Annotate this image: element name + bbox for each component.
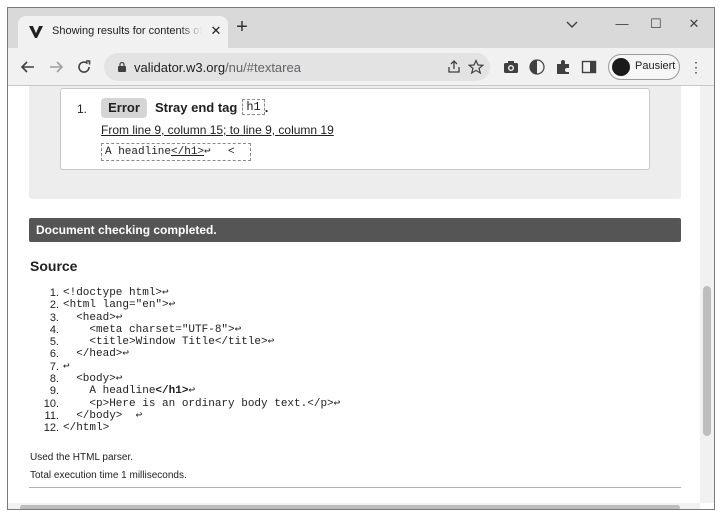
error-message-text: Stray end tag bbox=[155, 99, 238, 115]
source-line: 2. <html lang="en">↩ bbox=[28, 299, 340, 311]
line-code-error-highlight: </h1> bbox=[155, 385, 189, 398]
line-code-pre: A headline bbox=[63, 385, 156, 398]
source-listing: 1. <!doctype html>↩ 2. <html lang="en">↩ 3… bbox=[28, 287, 341, 435]
horizontal-scrollbar-thumb[interactable] bbox=[20, 505, 680, 509]
extract-highlight: </h1> bbox=[171, 146, 205, 158]
avatar bbox=[612, 58, 630, 76]
new-tab-plus-icon[interactable]: + bbox=[232, 17, 252, 38]
line-code: </html> bbox=[63, 422, 110, 435]
parser-note: Used the HTML parser. bbox=[30, 452, 134, 463]
source-line: 6. </head>↩ bbox=[28, 348, 340, 360]
camera-icon[interactable] bbox=[502, 58, 520, 76]
line-number: 3. bbox=[49, 311, 59, 324]
dark-mode-icon[interactable] bbox=[528, 58, 546, 76]
tab-close-icon[interactable]: ✕ bbox=[208, 23, 224, 39]
profile-status-label: Pausiert bbox=[635, 60, 676, 72]
lock-icon[interactable] bbox=[116, 61, 128, 73]
error-message: Stray end tag h1 . bbox=[155, 99, 268, 115]
active-tab[interactable]: Showing results for contents of text-inp… bbox=[18, 16, 228, 48]
error-badge: Error bbox=[101, 98, 147, 118]
line-code: <p>Here is an ordinary body text.</p>↩ bbox=[63, 397, 341, 410]
line-number: 2. bbox=[49, 299, 59, 312]
line-code: <body>↩ bbox=[63, 373, 123, 386]
line-number: 12. bbox=[43, 422, 59, 435]
source-line: 8. <body>↩ bbox=[28, 373, 340, 385]
line-number: 9. bbox=[49, 385, 59, 398]
side-panel-icon[interactable] bbox=[580, 58, 598, 76]
line-code: ↩ bbox=[63, 360, 70, 373]
line-code-post: ↩ bbox=[188, 385, 196, 398]
line-code: </head>↩ bbox=[63, 348, 130, 361]
page-viewport: 1. Error Stray end tag h1 . From line 9,… bbox=[8, 86, 714, 509]
source-line: 10. <p>Here is an ordinary body text.</p… bbox=[28, 397, 341, 410]
extensions-puzzle-icon[interactable] bbox=[554, 58, 572, 76]
document-checking-completed-bar: Document checking completed. bbox=[29, 218, 681, 242]
share-icon[interactable] bbox=[446, 59, 462, 75]
source-line: 5. <title>Window Title</title>↩ bbox=[28, 336, 340, 348]
vertical-scrollbar-thumb[interactable] bbox=[703, 286, 711, 436]
results-panel: 1. Error Stray end tag h1 . From line 9,… bbox=[29, 86, 681, 199]
w3c-validator-favicon-icon bbox=[29, 26, 43, 38]
line-number: 5. bbox=[49, 336, 59, 349]
url-path: /nu/#textarea bbox=[225, 60, 301, 75]
line-number: 11. bbox=[44, 409, 59, 422]
back-arrow-icon[interactable] bbox=[18, 57, 38, 77]
tab-strip: Showing results for contents of text-inp… bbox=[8, 8, 714, 48]
minimize-icon[interactable]: — bbox=[608, 14, 636, 34]
source-line-highlighted: 9. A headline</h1>↩ bbox=[28, 385, 340, 397]
execution-time: Total execution time 1 milliseconds. bbox=[30, 470, 187, 481]
extract-pre: A headline bbox=[105, 146, 172, 158]
line-number: 1. bbox=[49, 287, 59, 299]
footer-divider bbox=[29, 487, 681, 488]
source-line: 7. ↩ bbox=[28, 361, 340, 373]
line-code: </body> ↩ bbox=[63, 409, 143, 422]
profile-button[interactable]: Pausiert bbox=[608, 54, 680, 80]
extract-tail: < bbox=[228, 146, 235, 158]
url-text[interactable]: validator.w3.org/nu/#textarea bbox=[134, 60, 301, 75]
line-code: <meta charset="UTF-8">↩ bbox=[63, 323, 242, 336]
line-number: 6. bbox=[49, 348, 59, 361]
source-line: 11. </body> ↩ bbox=[28, 410, 340, 422]
extract-post: ↩ bbox=[204, 146, 211, 158]
source-line: 4. <meta charset="UTF-8">↩ bbox=[28, 324, 340, 336]
error-location-link[interactable]: From line 9, column 15; to line 9, colum… bbox=[101, 123, 334, 137]
message-number: 1. bbox=[77, 102, 88, 116]
source-line: 3. <head>↩ bbox=[28, 312, 340, 324]
error-extract: A headline</h1>↩ < bbox=[101, 143, 251, 161]
error-message-end: . bbox=[264, 99, 269, 115]
forward-arrow-icon[interactable] bbox=[46, 57, 66, 77]
source-line: 1. <!doctype html>↩ bbox=[28, 287, 340, 299]
error-message-code: h1 bbox=[242, 99, 265, 115]
vertical-scrollbar[interactable] bbox=[700, 86, 714, 503]
browser-menu-icon[interactable]: ⋮ bbox=[688, 58, 704, 76]
error-message-card: 1. Error Stray end tag h1 . From line 9,… bbox=[60, 88, 650, 170]
restore-icon[interactable]: ☐ bbox=[642, 14, 670, 34]
url-host: validator.w3.org bbox=[134, 60, 226, 75]
line-number: 4. bbox=[49, 323, 59, 336]
address-bar[interactable]: validator.w3.org/nu/#textarea bbox=[104, 53, 490, 81]
line-code: <head>↩ bbox=[63, 311, 123, 324]
line-number: 7. bbox=[49, 360, 59, 373]
line-number: 10. bbox=[43, 397, 59, 410]
browser-toolbar: validator.w3.org/nu/#textarea Pausiert ⋮ bbox=[8, 48, 714, 86]
line-code: <title>Window Title</title>↩ bbox=[63, 336, 275, 349]
source-heading: Source bbox=[30, 258, 78, 274]
tab-title: Showing results for contents of text-inp… bbox=[52, 25, 202, 37]
bookmark-star-icon[interactable] bbox=[468, 59, 484, 75]
line-code: A headline</h1>↩ bbox=[63, 385, 195, 397]
source-line: 12. </html> bbox=[28, 422, 340, 434]
line-number: 8. bbox=[49, 373, 59, 386]
line-code: <!doctype html>↩ bbox=[63, 287, 169, 299]
window-close-icon[interactable]: ✕ bbox=[680, 14, 708, 34]
horizontal-scrollbar[interactable] bbox=[8, 503, 700, 509]
reload-icon[interactable] bbox=[74, 57, 94, 77]
chevron-down-icon[interactable] bbox=[564, 16, 580, 32]
browser-window: Showing results for contents of text-inp… bbox=[7, 7, 715, 510]
line-code: <html lang="en">↩ bbox=[63, 299, 176, 312]
